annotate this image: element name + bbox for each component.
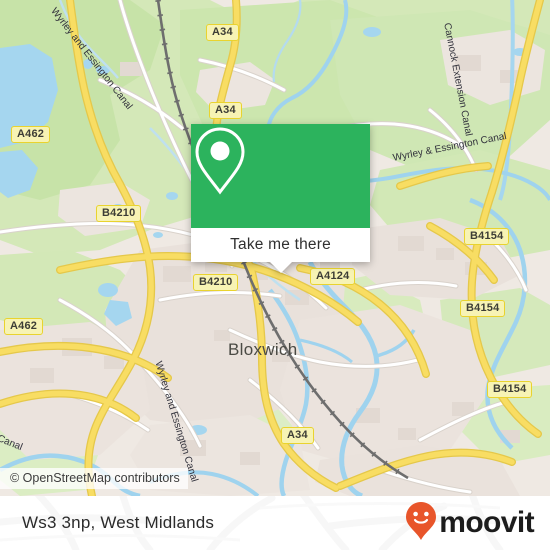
page-title: Ws3 3np, West Midlands: [22, 513, 215, 532]
moovit-wordmark: moovit: [439, 506, 534, 539]
place-label-bloxwich: Bloxwich: [228, 340, 298, 359]
map-screen: Wyrley and Essington Canal Cannock Exten…: [0, 0, 550, 550]
moovit-brand[interactable]: moovit: [405, 496, 535, 550]
take-me-there-button[interactable]: Take me there: [191, 228, 370, 262]
map-attribution[interactable]: © OpenStreetMap contributors: [0, 468, 188, 489]
popup-header: [191, 124, 370, 228]
take-me-there-label: Take me there: [230, 236, 331, 253]
road-shield[interactable]: B4210: [193, 274, 239, 291]
moovit-pin-smile-icon: [405, 501, 437, 546]
footer-bar: Ws3 3np, West Midlands moovit: [0, 496, 550, 550]
road-shield[interactable]: A34: [206, 24, 239, 41]
location-popup[interactable]: Take me there: [191, 124, 370, 273]
road-shield[interactable]: B4154: [464, 228, 510, 245]
map-canvas[interactable]: Wyrley and Essington Canal Cannock Exten…: [0, 0, 550, 496]
road-shield[interactable]: A34: [281, 427, 314, 444]
road-shield[interactable]: B4210: [96, 205, 142, 222]
popup-pointer: [269, 262, 292, 273]
road-shield[interactable]: B4154: [487, 381, 533, 398]
road-shield[interactable]: B4154: [460, 300, 506, 317]
road-shield[interactable]: A34: [209, 102, 242, 119]
road-shield[interactable]: A462: [11, 126, 51, 143]
road-shield[interactable]: A4124: [310, 268, 356, 285]
road-shield[interactable]: A462: [4, 318, 44, 335]
